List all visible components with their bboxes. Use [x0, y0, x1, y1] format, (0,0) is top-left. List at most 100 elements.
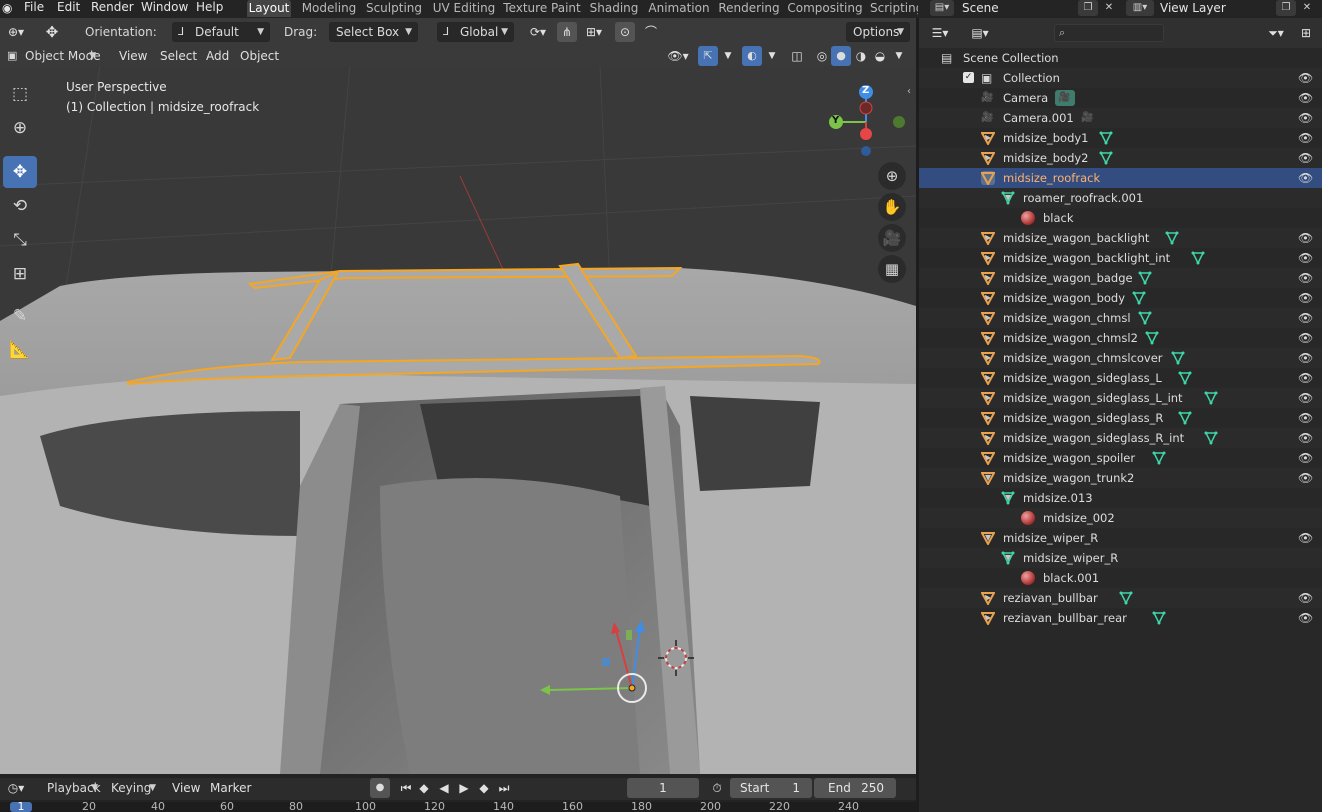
- visibility-eye-icon[interactable]: 👁: [1298, 71, 1313, 85]
- drag-dropdown[interactable]: Select Box ▼: [329, 22, 418, 42]
- filter-icon[interactable]: ⏷▾: [1263, 23, 1289, 43]
- select-box-tool-icon[interactable]: ⬚: [3, 78, 37, 110]
- tab-layout[interactable]: Layout: [247, 0, 291, 17]
- playback-menu[interactable]: Playback ▼: [40, 778, 104, 798]
- view-layer-name[interactable]: View Layer: [1160, 0, 1226, 18]
- mesh-data-icon[interactable]: [1178, 411, 1192, 425]
- timeline-editor-icon[interactable]: ◷▾: [4, 778, 28, 798]
- outliner-search-input[interactable]: ⌕: [1054, 24, 1164, 42]
- scene-close-icon[interactable]: ✕: [1099, 0, 1119, 16]
- play-icon[interactable]: ▶: [456, 778, 472, 798]
- tab-texture-paint[interactable]: Texture Paint: [502, 0, 582, 17]
- car-rear-glass[interactable]: [690, 396, 820, 491]
- material-shading-icon[interactable]: ◑: [851, 46, 871, 66]
- visibility-eye-icon[interactable]: 👁: [1298, 111, 1313, 125]
- visibility-eye-icon[interactable]: 👁: [1298, 91, 1313, 105]
- outliner-row[interactable]: ▶ midsize_wagon_chmsl2 👁: [919, 328, 1322, 348]
- solid-shading-icon[interactable]: ●: [831, 46, 851, 66]
- mode-dropdown[interactable]: ▣ Object Mode ▼: [2, 46, 102, 66]
- visibility-eye-icon[interactable]: 👁: [1298, 371, 1313, 385]
- proportional-edit-icon[interactable]: ⊙: [615, 22, 635, 42]
- view-layer-copy-icon[interactable]: ❐: [1276, 0, 1296, 16]
- mesh-data-icon[interactable]: [1099, 151, 1113, 165]
- tab-uv-editing[interactable]: UV Editing: [430, 0, 498, 17]
- outliner-row[interactable]: ▤ Scene Collection: [919, 48, 1322, 68]
- viewport-scene[interactable]: [0, 66, 916, 774]
- chevron-down-icon[interactable]: ▼: [764, 46, 780, 66]
- scene-browse-icon[interactable]: ▤▾: [930, 0, 954, 16]
- scene-copy-icon[interactable]: ❐: [1078, 0, 1098, 16]
- visibility-eye-icon[interactable]: 👁: [1298, 251, 1313, 265]
- outliner-row[interactable]: black.001: [919, 568, 1322, 588]
- visibility-eye-icon[interactable]: 👁: [1298, 131, 1313, 145]
- menu-window[interactable]: Window: [141, 0, 188, 16]
- outliner-row[interactable]: ▼midsize_roofrack👁: [919, 168, 1322, 188]
- tab-scripting[interactable]: Scripting: [870, 0, 918, 17]
- new-collection-icon[interactable]: ⊞: [1296, 23, 1316, 43]
- menu-file[interactable]: File: [24, 0, 44, 16]
- outliner-row[interactable]: ▼ roamer_roofrack.001: [919, 188, 1322, 208]
- menu-edit[interactable]: Edit: [57, 0, 80, 16]
- mesh-data-icon[interactable]: [1152, 451, 1166, 465]
- snap-toggle-icon[interactable]: ⋔: [557, 22, 577, 42]
- mesh-data-icon[interactable]: [1138, 271, 1152, 285]
- move-tool-icon[interactable]: ✥: [3, 156, 37, 188]
- scene-name[interactable]: Scene: [962, 0, 999, 18]
- xray-toggle-icon[interactable]: ◫: [787, 46, 807, 66]
- mesh-data-icon[interactable]: [1119, 591, 1133, 605]
- visibility-eye-icon[interactable]: 👁: [1298, 331, 1313, 345]
- outliner-row[interactable]: midsize_002: [919, 508, 1322, 528]
- cursor-tool-icon[interactable]: ⊕: [3, 112, 37, 144]
- menu-select[interactable]: Select: [160, 46, 197, 66]
- visibility-icon[interactable]: 👁▾: [664, 46, 692, 66]
- visibility-eye-icon[interactable]: 👁: [1298, 311, 1313, 325]
- rotate-tool-icon[interactable]: ⟲: [3, 190, 37, 222]
- chevron-down-icon[interactable]: ▼: [891, 46, 907, 66]
- gizmo-toggle-icon[interactable]: ⇱: [698, 46, 718, 66]
- pivot-point-icon[interactable]: ⟳▾: [524, 22, 552, 42]
- timeline-marker-menu[interactable]: Marker: [210, 778, 251, 798]
- timeline-view-menu[interactable]: View: [172, 778, 200, 798]
- camera-data-icon[interactable]: 🎥: [1054, 90, 1075, 106]
- mesh-data-icon[interactable]: [1191, 251, 1205, 265]
- visibility-eye-icon[interactable]: 👁: [1298, 171, 1313, 185]
- wireframe-shading-icon[interactable]: ◎: [812, 46, 832, 66]
- menu-add[interactable]: Add: [206, 46, 229, 66]
- view-layer-browse-icon[interactable]: ▥▾: [1126, 0, 1154, 16]
- menu-help[interactable]: Help: [196, 0, 223, 16]
- visibility-eye-icon[interactable]: 👁: [1298, 451, 1313, 465]
- mesh-data-icon[interactable]: [1204, 431, 1218, 445]
- keying-menu[interactable]: Keying ▼: [104, 778, 162, 798]
- outliner-row[interactable]: ▶ midsize_wagon_sideglass_R 👁: [919, 408, 1322, 428]
- camera-view-icon[interactable]: 🎥: [878, 224, 906, 252]
- scale-tool-icon[interactable]: ⤡: [3, 224, 37, 256]
- outliner-row[interactable]: ▶ 🎥 Camera.001 🎥 👁: [919, 108, 1322, 128]
- chevron-down-icon[interactable]: ▼: [720, 46, 736, 66]
- visibility-eye-icon[interactable]: 👁: [1298, 611, 1313, 625]
- blender-logo-icon[interactable]: ◉: [2, 1, 16, 15]
- ortho-grid-icon[interactable]: ▦: [878, 255, 906, 283]
- visibility-eye-icon[interactable]: 👁: [1298, 531, 1313, 545]
- mesh-data-icon[interactable]: [1171, 351, 1185, 365]
- visibility-eye-icon[interactable]: 👁: [1298, 231, 1313, 245]
- jump-end-icon[interactable]: ⏭: [496, 778, 512, 798]
- pan-hand-icon[interactable]: ✋: [878, 193, 906, 221]
- outliner-row[interactable]: ▶ midsize_wagon_chmslcover 👁: [919, 348, 1322, 368]
- menu-object[interactable]: Object: [240, 46, 279, 66]
- falloff-icon[interactable]: ⌒: [637, 22, 665, 42]
- outliner-row[interactable]: ▼ midsize.013: [919, 488, 1322, 508]
- display-mode-icon[interactable]: ▤▾: [967, 23, 993, 43]
- mesh-data-icon[interactable]: [1132, 291, 1146, 305]
- outliner-row[interactable]: ▼ midsize_wagon_trunk2 👁: [919, 468, 1322, 488]
- end-frame-field[interactable]: End 250: [814, 778, 896, 798]
- play-reverse-icon[interactable]: ◀: [436, 778, 452, 798]
- outliner-row[interactable]: ▶ midsize_wagon_badge 👁: [919, 268, 1322, 288]
- outliner-row[interactable]: ▶ midsize_wagon_chmsl 👁: [919, 308, 1322, 328]
- mesh-data-icon[interactable]: [1145, 331, 1159, 345]
- rendered-shading-icon[interactable]: ◒: [870, 46, 890, 66]
- outliner-row[interactable]: ▼ midsize_wiper_R: [919, 548, 1322, 568]
- snap-target-icon[interactable]: ⊞▾: [580, 22, 608, 42]
- menu-view[interactable]: View: [119, 46, 147, 66]
- mesh-data-icon[interactable]: [1152, 611, 1166, 625]
- next-keyframe-icon[interactable]: ◆: [476, 778, 492, 798]
